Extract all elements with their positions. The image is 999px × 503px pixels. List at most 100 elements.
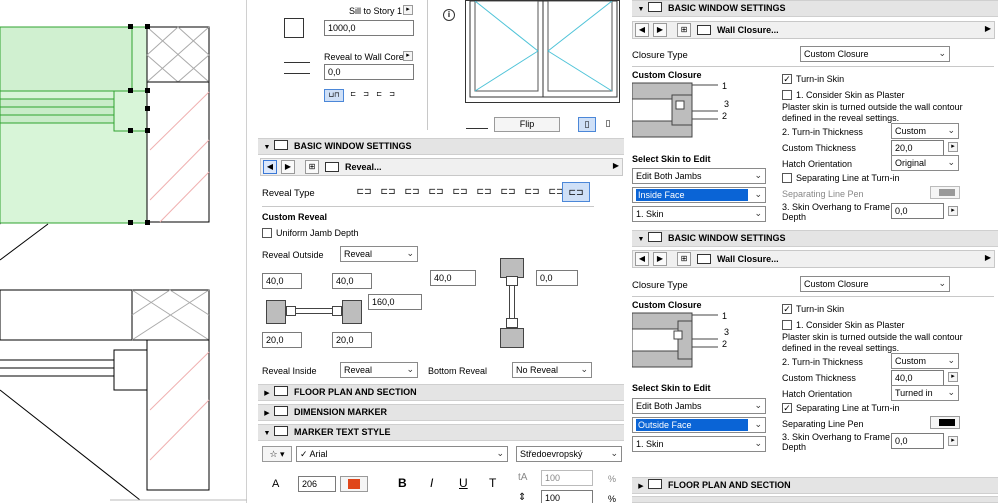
chevron-down-icon: ⌄ xyxy=(580,364,588,374)
turn-in-skin-checkbox[interactable]: ✓ xyxy=(782,304,792,314)
section-header-basic-window-top[interactable]: ▼ BASIC WINDOW SETTINGS xyxy=(632,0,998,17)
section-header-basic-window[interactable]: ▼ BASIC WINDOW SETTINGS xyxy=(258,138,624,155)
consider-plaster-checkbox[interactable] xyxy=(782,90,792,100)
reveal-top-right-input[interactable]: 40,0 xyxy=(332,273,372,289)
skin-select[interactable]: 1. Skin ⌄ xyxy=(632,206,766,222)
plan-canvas[interactable] xyxy=(0,0,247,503)
reveal-mode-5-button[interactable]: ⊐ xyxy=(386,89,398,102)
section-header-basic-window-bottom[interactable]: ▼ BASIC WINDOW SETTINGS xyxy=(632,230,998,247)
turn-in-thickness-select[interactable]: Custom ⌄ xyxy=(891,123,959,139)
reveal-outside-select[interactable]: Reveal ⌄ xyxy=(340,246,418,262)
nav-dropdown-chevron-icon[interactable]: ▶ xyxy=(985,24,991,33)
nav-page-icon[interactable]: ⊞ xyxy=(677,252,691,266)
overhang-input[interactable]: 0,0 xyxy=(891,203,944,219)
reveal-mode-1-button[interactable]: ⊔⊓ xyxy=(324,89,344,102)
section-header-floor-plan[interactable]: ▶ FLOOR PLAN AND SECTION xyxy=(258,384,624,401)
section-header-floor-plan-right[interactable]: ▶ FLOOR PLAN AND SECTION xyxy=(632,477,998,494)
reveal-type-custom-icon[interactable]: ⊏⊐ xyxy=(562,182,590,202)
reveal-type-2-icon[interactable]: ⊏⊐ xyxy=(378,184,398,200)
bottom-reveal-select[interactable]: No Reveal ⌄ xyxy=(512,362,592,378)
font-select[interactable]: ✓ Arial ⌄ xyxy=(296,446,508,462)
info-icon[interactable]: i xyxy=(443,9,455,21)
sill-input[interactable]: 1000,0 xyxy=(324,20,414,36)
marker-text-icon xyxy=(274,426,288,436)
nav-next-button[interactable]: ▶ xyxy=(653,252,667,266)
reveal-core-input[interactable]: 0,0 xyxy=(324,64,414,80)
mirror-2-button[interactable]: ▯ xyxy=(599,117,617,132)
turn-in-skin-checkbox[interactable]: ✓ xyxy=(782,74,792,84)
reveal-type-7-icon[interactable]: ⊏⊐ xyxy=(498,184,518,200)
section-header-next-right[interactable] xyxy=(632,496,998,503)
reveal-head-input[interactable]: 40,0 xyxy=(430,270,476,286)
nav-prev-button[interactable]: ◀ xyxy=(635,23,649,37)
separating-pen-button[interactable] xyxy=(930,186,960,199)
section-header-marker-text[interactable]: ▼ MARKER TEXT STYLE xyxy=(258,424,624,441)
reveal-type-1-icon[interactable]: ⊏⊐ xyxy=(354,184,374,200)
reveal-inside-select[interactable]: Reveal ⌄ xyxy=(340,362,418,378)
closure-type-select[interactable]: Custom Closure ⌄ xyxy=(800,46,950,62)
nav-page-icon[interactable]: ⊞ xyxy=(305,160,319,174)
nav-prev-button[interactable]: ◀ xyxy=(635,252,649,266)
hatch-orientation-select[interactable]: Turned in ⌄ xyxy=(891,385,959,401)
strikethrough-button[interactable]: T xyxy=(489,476,496,490)
reveal-bottom-left-input[interactable]: 20,0 xyxy=(262,332,302,348)
height-input[interactable]: 100 xyxy=(541,490,593,503)
reveal-type-4-icon[interactable]: ⊏⊐ xyxy=(426,184,446,200)
reveal-bottom-right-input[interactable]: 20,0 xyxy=(332,332,372,348)
reveal-type-8-icon[interactable]: ⊏⊐ xyxy=(522,184,542,200)
hatch-orientation-select[interactable]: Original ⌄ xyxy=(891,155,959,171)
jambs-select[interactable]: Edit Both Jambs ⌄ xyxy=(632,398,766,414)
separating-line-checkbox[interactable] xyxy=(782,173,792,183)
section-header-dimension-marker[interactable]: ▶ DIMENSION MARKER xyxy=(258,404,624,421)
bold-button[interactable]: B xyxy=(398,476,407,490)
overhang-input[interactable]: 0,0 xyxy=(891,433,944,449)
font-size-input[interactable]: 206 xyxy=(298,476,336,492)
script-select[interactable]: Středoevropský ⌄ xyxy=(516,446,622,462)
reveal-core-icon xyxy=(284,62,310,74)
custom-thickness-input[interactable]: 20,0 xyxy=(891,140,944,156)
face-select[interactable]: Outside Face ⌄ xyxy=(632,417,766,433)
jambs-select[interactable]: Edit Both Jambs ⌄ xyxy=(632,168,766,184)
width-input[interactable]: 100 xyxy=(541,470,593,486)
skin-select[interactable]: 1. Skin ⌄ xyxy=(632,436,766,452)
text-color-button[interactable] xyxy=(340,476,368,492)
custom-thickness-arrow-button[interactable]: ▸ xyxy=(948,372,958,382)
closure-type-select[interactable]: Custom Closure ⌄ xyxy=(800,276,950,292)
uniform-jamb-checkbox[interactable] xyxy=(262,228,272,238)
flip-button[interactable]: Flip xyxy=(494,117,560,132)
closure-diagram-svg xyxy=(631,82,718,138)
italic-button[interactable]: I xyxy=(430,476,433,490)
custom-thickness-arrow-button[interactable]: ▸ xyxy=(948,142,958,152)
collapse-triangle-icon: ▶ xyxy=(638,483,644,490)
underline-button[interactable]: U xyxy=(459,476,468,490)
reveal-mid-input[interactable]: 160,0 xyxy=(368,294,422,310)
overhang-arrow-button[interactable]: ▸ xyxy=(948,436,958,446)
nav-dropdown-chevron-icon[interactable]: ▶ xyxy=(613,161,619,170)
reveal-core-arrow-button[interactable]: ▸ xyxy=(403,51,413,61)
nav-page-icon[interactable]: ⊞ xyxy=(677,23,691,37)
mirror-1-button[interactable]: ▯ xyxy=(578,117,596,132)
reveal-mode-2-button[interactable]: ⊏ xyxy=(347,89,359,102)
nav-next-button[interactable]: ▶ xyxy=(281,160,295,174)
reveal-mode-3-button[interactable]: ⊐ xyxy=(360,89,372,102)
face-select[interactable]: Inside Face ⌄ xyxy=(632,187,766,203)
reveal-top-left-input[interactable]: 40,0 xyxy=(262,273,302,289)
separating-pen-button[interactable] xyxy=(930,416,960,429)
nav-next-button[interactable]: ▶ xyxy=(653,23,667,37)
reveal-sill-input[interactable]: 0,0 xyxy=(536,270,578,286)
reveal-type-6-icon[interactable]: ⊏⊐ xyxy=(474,184,494,200)
custom-thickness-input[interactable]: 40,0 xyxy=(891,370,944,386)
favorite-star-button[interactable]: ☆ ▾ xyxy=(262,446,292,462)
nav-dropdown-chevron-icon[interactable]: ▶ xyxy=(985,253,991,262)
reveal-mode-4-button[interactable]: ⊏ xyxy=(373,89,385,102)
chevron-down-icon: ⌄ xyxy=(754,189,762,199)
consider-plaster-checkbox[interactable] xyxy=(782,320,792,330)
overhang-arrow-button[interactable]: ▸ xyxy=(948,206,958,216)
nav-prev-button[interactable]: ◀ xyxy=(263,160,277,174)
chevron-down-icon: ⌄ xyxy=(947,355,955,365)
sill-arrow-button[interactable]: ▸ xyxy=(403,5,413,15)
turn-in-thickness-select[interactable]: Custom ⌄ xyxy=(891,353,959,369)
reveal-type-5-icon[interactable]: ⊏⊐ xyxy=(450,184,470,200)
reveal-type-3-icon[interactable]: ⊏⊐ xyxy=(402,184,422,200)
separating-line-checkbox[interactable]: ✓ xyxy=(782,403,792,413)
